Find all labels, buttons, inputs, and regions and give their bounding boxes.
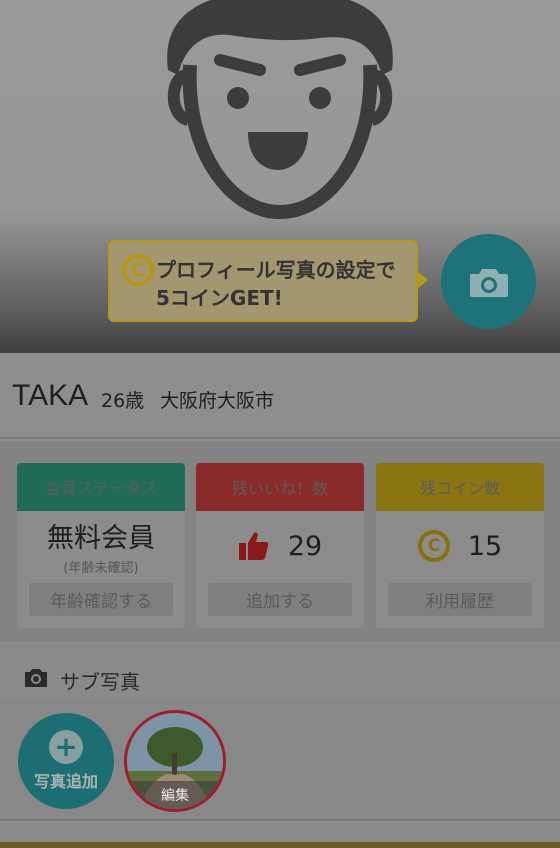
sub-photo-thumbnail[interactable]: 編集 [124,710,226,812]
add-likes-button[interactable]: 追加する [208,583,352,616]
bottom-area [0,823,560,848]
camera-icon [469,268,508,297]
user-name: TAKA [12,379,89,412]
edit-photo-label[interactable]: 編集 [127,781,223,809]
coin-icon: C [122,254,154,286]
coins-title: 残コイン数 [376,463,544,511]
user-age: 26歳 [101,390,145,412]
age-verify-button[interactable]: 年齢確認する [29,583,173,616]
profile-camera-button[interactable] [441,234,536,329]
add-photo-label: 写真追加 [33,772,98,791]
membership-value: 無料会員 [47,523,155,554]
membership-card: 会員ステータス 無料会員 (年齢未確認) 年齢確認する [17,463,185,628]
likes-title: 残いいね！数 [196,463,364,511]
sub-photos-title: サブ写真 [60,670,140,694]
profile-photo-tooltip: C プロフィール写真の設定で 5コインGET! [108,240,428,322]
plus-icon: + [49,730,83,764]
bottom-banner [0,842,560,848]
membership-title: 会員ステータス [17,463,185,511]
likes-card: 残いいね！数 29 追加する [196,463,364,628]
user-city: 大阪府大阪市 [160,390,275,412]
profile-hero: C プロフィール写真の設定で 5コインGET! [0,0,560,353]
default-avatar-icon [167,0,393,220]
sub-photos-list: + 写真追加 編集 [0,701,560,821]
coin-icon: C [417,530,450,562]
tooltip-text: プロフィール写真の設定で 5コインGET! [156,258,396,310]
membership-sub: (年齢未確認) [63,561,139,576]
sub-photos-header: サブ写真 [0,641,560,701]
coins-count: 15 [467,530,503,562]
add-photo-button[interactable]: + 写真追加 [18,713,114,809]
thumbs-up-icon [238,532,269,560]
likes-count: 29 [287,530,323,562]
camera-icon [25,669,47,687]
coin-history-button[interactable]: 利用履歴 [388,583,532,616]
status-cards: 会員ステータス 無料会員 (年齢未確認) 年齢確認する 残いいね！数 29 追加… [0,441,560,641]
coins-card: 残コイン数 C 15 利用履歴 [376,463,544,628]
profile-summary: TAKA 26歳 大阪府大阪市 [0,353,560,439]
